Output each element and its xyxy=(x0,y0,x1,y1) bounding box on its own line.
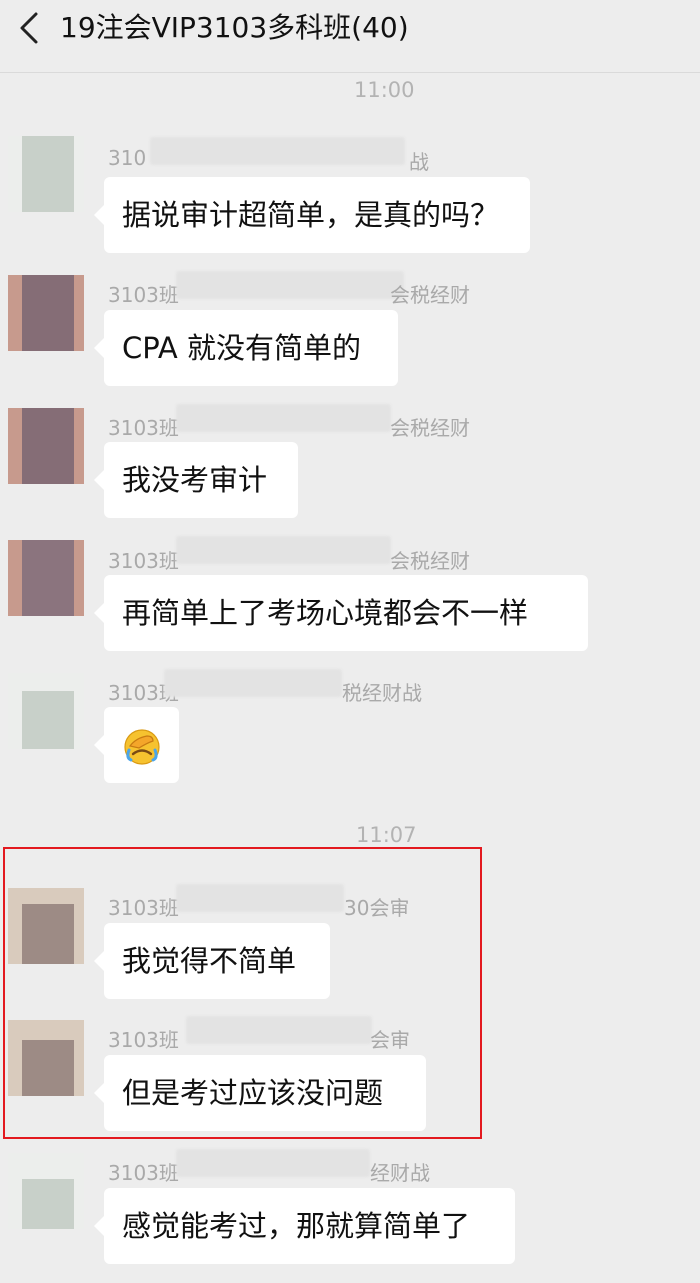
chat-title[interactable]: 19注会VIP3103多科班(40) xyxy=(60,8,409,48)
redaction-mask xyxy=(176,1149,370,1177)
message-bubble[interactable]: 我没考审计 xyxy=(94,442,298,518)
sender-suffix: 会税经财 xyxy=(390,416,470,440)
sender-name: 3103班 xyxy=(108,549,179,573)
avatar[interactable] xyxy=(8,136,84,212)
chat-header: 19注会VIP3103多科班(40) xyxy=(0,0,700,73)
sender-suffix: 税经财战 xyxy=(342,681,422,705)
sender-name: 310 xyxy=(108,146,146,170)
sender-suffix: 会税经财 xyxy=(390,549,470,573)
sender-suffix: 会税经财 xyxy=(390,283,470,307)
redaction-mask xyxy=(164,669,342,697)
timestamp: 11:00 xyxy=(354,78,415,102)
sender-name: 3103班 xyxy=(108,416,179,440)
avatar[interactable] xyxy=(8,408,84,484)
sender-name: 3103班 xyxy=(108,283,179,307)
message-bubble[interactable]: 据说审计超简单，是真的吗？ xyxy=(94,177,530,253)
timestamp: 11:07 xyxy=(356,823,417,847)
sender-suffix: 经财战 xyxy=(370,1161,430,1185)
sender-suffix: 战 xyxy=(409,150,429,174)
highlight-box xyxy=(3,847,482,1139)
back-button[interactable] xyxy=(8,6,52,50)
message-bubble[interactable]: 再简单上了考场心境都会不一样 xyxy=(94,575,588,651)
sender-prefix: 310 xyxy=(108,146,147,170)
avatar[interactable] xyxy=(8,1153,84,1229)
avatar[interactable] xyxy=(8,673,84,749)
avatar[interactable] xyxy=(8,540,84,616)
avatar[interactable] xyxy=(8,275,84,351)
message-bubble[interactable]: 感觉能考过，那就算简单了 xyxy=(94,1188,515,1264)
facepalm-crying-emoji xyxy=(124,729,160,765)
chevron-left-icon xyxy=(20,12,38,44)
redaction-mask xyxy=(176,271,404,299)
redaction-mask xyxy=(176,536,391,564)
sender-name: 3103班 xyxy=(108,1161,179,1185)
redaction-mask xyxy=(150,137,405,165)
redaction-mask xyxy=(176,404,391,432)
message-bubble[interactable]: CPA 就没有简单的 xyxy=(94,310,398,386)
emoji-bubble[interactable] xyxy=(94,707,179,783)
